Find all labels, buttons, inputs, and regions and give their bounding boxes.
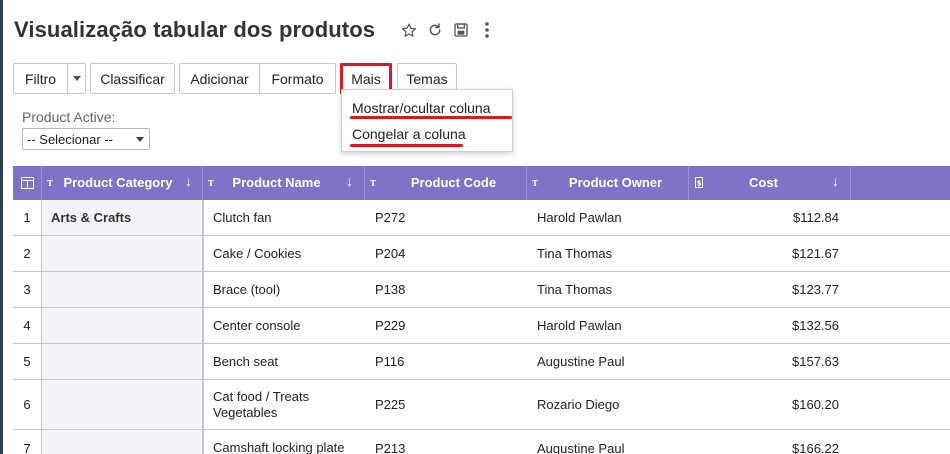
data-grid: T Product Category ↓ T Product Name ↓ T … (13, 166, 950, 454)
menu-item-freeze-column[interactable]: Congelar a coluna (352, 126, 466, 142)
column-header-product-category[interactable]: T Product Category ↓ (42, 166, 203, 200)
menu-item-show-hide-column[interactable]: Mostrar/ocultar coluna (352, 100, 491, 116)
code-cell[interactable]: P138 (375, 272, 525, 307)
category-cell[interactable]: Arts & Crafts (42, 200, 203, 235)
table-row[interactable]: 2 Cake / Cookies P204 Tina Thomas $121.6… (13, 236, 950, 272)
row-number: 6 (13, 380, 42, 429)
column-picker-icon (21, 177, 34, 189)
chevron-down-icon (136, 137, 144, 142)
save-icon[interactable] (453, 21, 469, 39)
column-header-product-owner[interactable]: T Product Owner (527, 166, 689, 200)
row-number: 4 (13, 308, 42, 343)
table-row[interactable]: 7 Camshaft locking plate P213 Augustine … (13, 430, 950, 454)
owner-cell[interactable]: Tina Thomas (537, 272, 687, 307)
title-row: Visualização tabular dos produtos (14, 16, 495, 44)
grid-header: T Product Category ↓ T Product Name ↓ T … (13, 166, 950, 200)
chevron-down-icon (72, 76, 81, 81)
more-vert-icon[interactable] (479, 21, 495, 39)
star-icon[interactable] (401, 21, 417, 39)
name-cell[interactable]: Bench seat (213, 344, 363, 379)
name-cell[interactable]: Clutch fan (213, 200, 363, 235)
table-row[interactable]: 5 Bench seat P116 Augustine Paul $157.63 (13, 344, 950, 380)
code-cell[interactable]: P213 (375, 430, 525, 454)
row-number: 1 (13, 200, 42, 235)
add-button[interactable]: Adicionar (179, 63, 260, 94)
code-cell[interactable]: P225 (375, 380, 525, 429)
code-cell[interactable]: P229 (375, 308, 525, 343)
page-title: Visualização tabular dos produtos (14, 17, 376, 42)
owner-cell[interactable]: Harold Pawlan (537, 200, 687, 235)
select-columns-header[interactable] (13, 166, 42, 200)
sort-down-icon[interactable]: ↓ (832, 173, 839, 189)
owner-cell[interactable]: Rozario Diego (537, 380, 687, 429)
sort-down-icon[interactable]: ↓ (185, 173, 192, 189)
cost-cell[interactable]: $132.56 (689, 308, 839, 343)
row-number: 7 (13, 430, 42, 454)
cost-cell[interactable]: $157.63 (689, 344, 839, 379)
filter-button[interactable]: Filtro (13, 63, 68, 94)
column-header-product-name[interactable]: T Product Name ↓ (203, 166, 365, 200)
cost-cell[interactable]: $121.67 (689, 236, 839, 271)
name-cell[interactable]: Brace (tool) (213, 272, 363, 307)
owner-cell[interactable]: Harold Pawlan (537, 308, 687, 343)
table-row[interactable]: 6 Cat food / Treats Vegetables P225 Roza… (13, 380, 950, 430)
cost-cell[interactable]: $112.84 (689, 200, 839, 235)
cost-cell[interactable]: $166.22 (689, 430, 839, 454)
code-cell[interactable]: P116 (375, 344, 525, 379)
row-number: 3 (13, 272, 42, 307)
name-cell[interactable]: Center console (213, 308, 363, 343)
column-header-product-code[interactable]: T Product Code (365, 166, 527, 200)
column-header-label: Product Category (63, 175, 173, 190)
owner-cell[interactable]: Tina Thomas (537, 236, 687, 271)
name-cell[interactable]: Camshaft locking plate (213, 430, 373, 454)
table-row[interactable]: 1 Arts & Crafts Clutch fan P272 Harold P… (13, 200, 950, 236)
product-active-label: Product Active: (22, 109, 116, 125)
cost-cell[interactable]: $123.77 (689, 272, 839, 307)
name-cell[interactable]: Cat food / Treats Vegetables (213, 380, 333, 429)
name-cell[interactable]: Cake / Cookies (213, 236, 363, 271)
highlight-underline (350, 144, 463, 147)
column-header-cost[interactable]: $ Cost ↓ (689, 166, 851, 200)
sort-down-icon[interactable]: ↓ (346, 173, 353, 189)
format-button[interactable]: Formato (260, 63, 336, 94)
column-header-label: Product Name (232, 175, 321, 190)
owner-cell[interactable]: Augustine Paul (537, 430, 687, 454)
column-header-label: Product Owner (568, 175, 663, 190)
product-active-value: -- Selecionar -- (27, 131, 113, 147)
column-header-label: Cost (749, 175, 778, 190)
highlight-underline (350, 116, 512, 119)
row-number: 2 (13, 236, 42, 271)
refresh-icon[interactable] (427, 21, 443, 39)
filter-dropdown-button[interactable] (68, 63, 86, 94)
table-row[interactable]: 4 Center console P229 Harold Pawlan $132… (13, 308, 950, 344)
code-cell[interactable]: P204 (375, 236, 525, 271)
code-cell[interactable]: P272 (375, 200, 525, 235)
column-header-label: Product Code (410, 175, 497, 190)
title-actions (401, 21, 495, 39)
owner-cell[interactable]: Augustine Paul (537, 344, 687, 379)
product-active-select[interactable]: -- Selecionar -- (22, 128, 150, 150)
table-row[interactable]: 3 Brace (tool) P138 Tina Thomas $123.77 (13, 272, 950, 308)
window-edge (0, 0, 3, 454)
more-menu: Mostrar/ocultar coluna Congelar a coluna (341, 89, 513, 152)
sort-button[interactable]: Classificar (90, 63, 175, 94)
row-number: 5 (13, 344, 42, 379)
cost-cell[interactable]: $160.20 (689, 380, 839, 429)
